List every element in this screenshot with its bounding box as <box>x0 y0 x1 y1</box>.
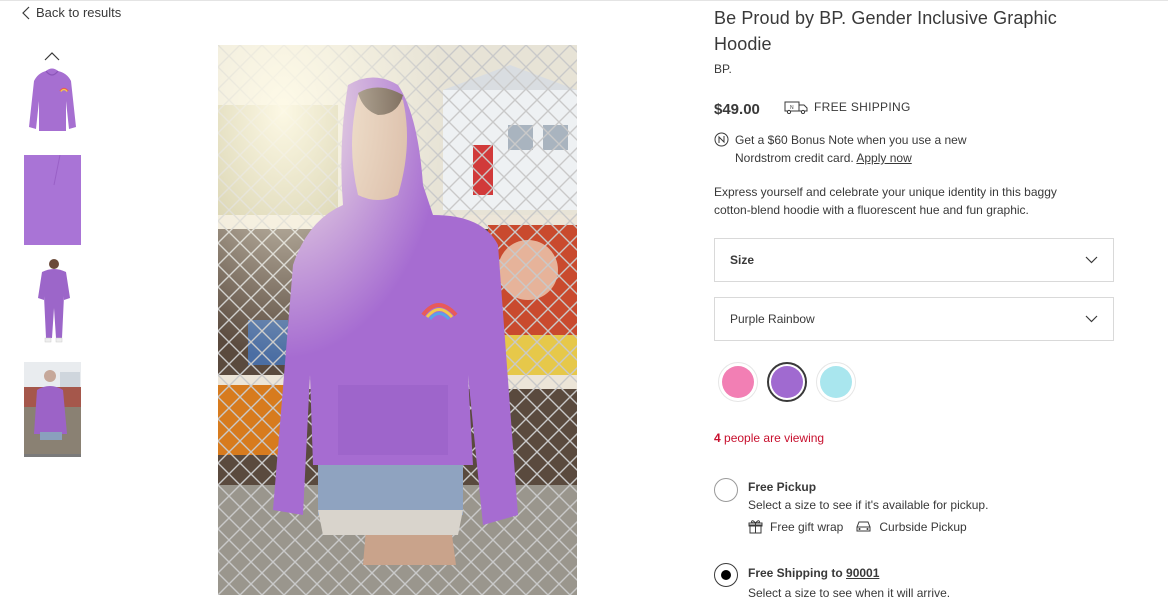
swatch-purple[interactable] <box>767 362 807 402</box>
color-value: Purple Rainbow <box>730 312 815 326</box>
chevron-down-icon <box>1085 315 1098 323</box>
product-title: Be Proud by BP. Gender Inclusive Graphic… <box>714 8 1057 54</box>
free-shipping-subtitle: Select a size to see when it will arrive… <box>748 586 951 600</box>
gift-icon <box>748 520 763 534</box>
curbside-label: Curbside Pickup <box>879 519 967 534</box>
delivery-truck-icon: N <box>784 101 808 114</box>
gift-wrap-label: Free gift wrap <box>770 519 844 534</box>
free-shipping-prefix: Free Shipping to <box>748 566 843 580</box>
chevron-left-icon <box>22 6 30 19</box>
free-pickup-subtitle: Select a size to see if it's available f… <box>748 498 989 512</box>
viewers-text: people are viewing <box>724 431 825 445</box>
product-price: $49.00 <box>714 101 760 118</box>
chevron-down-icon <box>1085 256 1098 264</box>
product-main-image[interactable] <box>218 45 577 595</box>
size-label: Size <box>730 253 755 267</box>
gift-wrap-perk: Free gift wrap <box>748 519 843 534</box>
apply-now-link[interactable]: Apply now <box>856 151 911 165</box>
car-icon <box>856 521 871 532</box>
thumbnail-fabric-detail[interactable] <box>24 155 81 245</box>
bonus-text: Get a $60 Bonus Note when you use a new … <box>735 133 967 165</box>
nordstrom-note-icon <box>714 132 729 147</box>
thumbnail-hoodie-front[interactable] <box>24 61 81 135</box>
zip-code-link[interactable]: 90001 <box>846 566 879 580</box>
viewers-count-notice: 4 people are viewing <box>714 431 824 445</box>
viewers-count: 4 <box>714 431 721 445</box>
color-swatches <box>718 362 865 402</box>
chevron-up-icon <box>44 52 60 61</box>
free-shipping-label: FREE SHIPPING <box>814 100 911 114</box>
free-shipping-badge: N FREE SHIPPING <box>784 100 911 114</box>
back-to-results-link[interactable]: Back to results <box>22 5 121 20</box>
bonus-note-promo: Get a $60 Bonus Note when you use a new … <box>714 131 995 167</box>
curbside-perk: Curbside Pickup <box>855 519 967 534</box>
free-pickup-title: Free Pickup <box>748 480 817 494</box>
free-shipping-title: Free Shipping to 90001 <box>748 566 879 580</box>
thumbnail-full-outfit[interactable] <box>24 256 81 348</box>
color-dropdown[interactable]: Purple Rainbow <box>714 297 1114 341</box>
size-dropdown[interactable]: Size <box>714 238 1114 282</box>
thumbnail-lifestyle[interactable] <box>24 362 81 457</box>
brand-link[interactable]: BP. <box>714 62 732 76</box>
product-description: Express yourself and celebrate your uniq… <box>714 185 1057 217</box>
pickup-perks: Free gift wrap Curbside Pickup <box>748 519 979 534</box>
free-shipping-radio[interactable] <box>714 563 738 587</box>
swatch-aqua[interactable] <box>816 362 856 402</box>
free-pickup-radio[interactable] <box>714 478 738 502</box>
top-divider <box>0 0 1168 1</box>
swatch-pink[interactable] <box>718 362 758 402</box>
svg-text:N: N <box>790 105 794 111</box>
back-label: Back to results <box>36 5 122 20</box>
